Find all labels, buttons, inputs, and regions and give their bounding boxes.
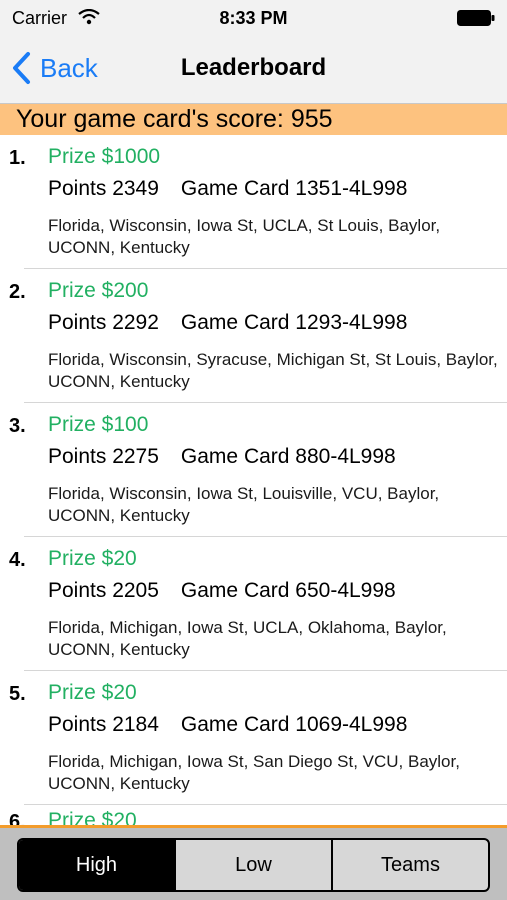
rank-number: 1. [9,147,26,169]
prize-label: Prize $20 [48,809,137,825]
points-line: Points 2292 Game Card 1293-4L998 [48,311,407,335]
teams-list: Florida, Michigan, Iowa St, UCLA, Oklaho… [48,618,447,659]
list-item[interactable]: 2. Prize $200 Points 2292 Game Card 1293-… [0,269,507,403]
teams-list: Florida, Wisconsin, Iowa St, Louisville,… [48,484,440,525]
battery-icon [457,10,495,26]
rank-number: 6. [9,811,26,825]
points-value: Points 2205 [48,579,159,602]
points-line: Points 2349 Game Card 1351-4L998 [48,177,407,201]
points-value: Points 2275 [48,445,159,468]
rank-number: 3. [9,415,26,437]
list-item[interactable]: 1. Prize $1000 Points 2349 Game Card 1351… [0,135,507,269]
game-card-id: Game Card 1351-4L998 [180,177,408,200]
game-card-id: Game Card 1293-4L998 [180,311,408,334]
list-item[interactable]: 5. Prize $20 Points 2184 Game Card 1069-4… [0,671,507,805]
segment-high[interactable]: High [19,840,174,890]
score-text: Your game card's score: 955 [16,105,333,133]
list-item[interactable]: 4. Prize $20 Points 2205 Game Card 650-4L… [0,537,507,671]
points-value: Points 2184 [48,713,159,736]
page-title: Leaderboard [180,54,327,81]
points-line: Points 2184 Game Card 1069-4L998 [48,713,407,737]
teams-list: Florida, Wisconsin, Syracuse, Michigan S… [48,350,498,391]
status-bar: Carrier 8:33 PM [0,0,507,36]
game-card-id: Game Card 650-4L998 [180,579,396,602]
game-card-id: Game Card 1069-4L998 [180,713,408,736]
points-value: Points 2349 [48,177,159,200]
score-banner: Your game card's score: 955 [0,104,507,135]
teams-list: Florida, Wisconsin, Iowa St, UCLA, St Lo… [48,216,441,257]
points-value: Points 2292 [48,311,159,334]
sort-segmented-control: High Low Teams [17,838,490,892]
prize-label: Prize $20 [48,547,137,570]
points-line: Points 2205 Game Card 650-4L998 [48,579,396,603]
segment-teams[interactable]: Teams [331,840,488,890]
rank-number: 4. [9,549,26,571]
teams-list: Florida, Michigan, Iowa St, San Diego St… [48,752,460,793]
bottom-toolbar: High Low Teams [0,825,507,900]
navigation-bar: Back Leaderboard [0,36,507,104]
status-time: 8:33 PM [219,8,288,28]
rank-number: 2. [9,281,26,303]
prize-label: Prize $100 [48,413,149,436]
prize-label: Prize $200 [48,279,149,302]
prize-label: Prize $1000 [48,145,161,168]
list-item[interactable]: 3. Prize $100 Points 2275 Game Card 880-4… [0,403,507,537]
points-line: Points 2275 Game Card 880-4L998 [48,445,396,469]
rank-number: 5. [9,683,26,705]
leaderboard-list[interactable]: 1. Prize $1000 Points 2349 Game Card 1351… [0,135,507,825]
game-card-id: Game Card 880-4L998 [180,445,396,468]
segment-low[interactable]: Low [174,840,331,890]
prize-label: Prize $20 [48,681,137,704]
